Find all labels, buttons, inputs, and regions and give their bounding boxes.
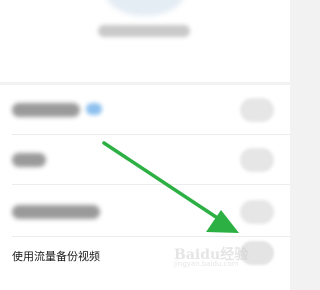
watermark-url: jingyan.baidu.com (174, 260, 239, 268)
setting-toggle-2[interactable] (240, 148, 274, 172)
setting-row-blurred-1[interactable] (0, 85, 290, 135)
setting-badge-blurred (86, 103, 102, 115)
setting-row-blurred-3[interactable] (0, 187, 290, 237)
setting-label-blurred (12, 153, 46, 167)
setting-toggle-1[interactable] (240, 98, 274, 122)
setting-row-blurred-2[interactable] (0, 135, 290, 185)
account-caption-blurred (98, 25, 190, 37)
avatar (104, 0, 186, 16)
baidu-watermark: Baidu经验 jingyan.baidu.com (174, 244, 274, 268)
setting-label-blurred (12, 103, 80, 117)
setting-toggle-3[interactable] (240, 200, 274, 224)
setting-label-blurred (12, 205, 100, 219)
backup-video-label: 使用流量备份视频 (12, 250, 100, 263)
account-header (0, 0, 290, 82)
row-divider (12, 184, 290, 185)
